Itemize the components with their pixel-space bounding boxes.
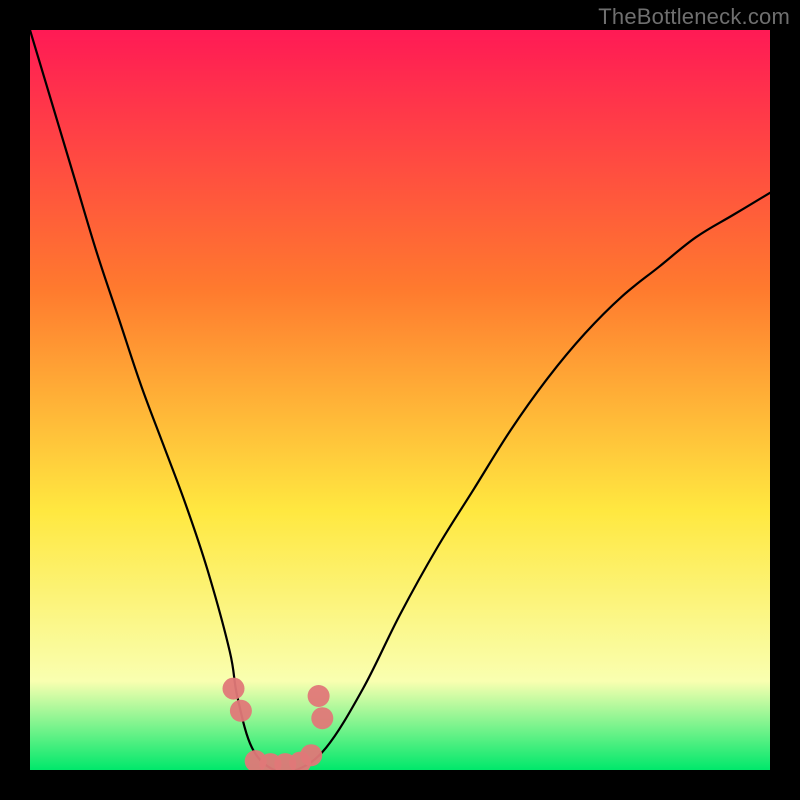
- chart-svg: [30, 30, 770, 770]
- marker-point: [300, 744, 322, 766]
- watermark-text: TheBottleneck.com: [598, 4, 790, 30]
- marker-point: [223, 678, 245, 700]
- plot-area: [30, 30, 770, 770]
- data-markers: [223, 678, 334, 770]
- marker-point: [230, 700, 252, 722]
- marker-point: [308, 685, 330, 707]
- chart-frame: TheBottleneck.com: [0, 0, 800, 800]
- bottleneck-curve: [30, 30, 770, 770]
- marker-point: [311, 707, 333, 729]
